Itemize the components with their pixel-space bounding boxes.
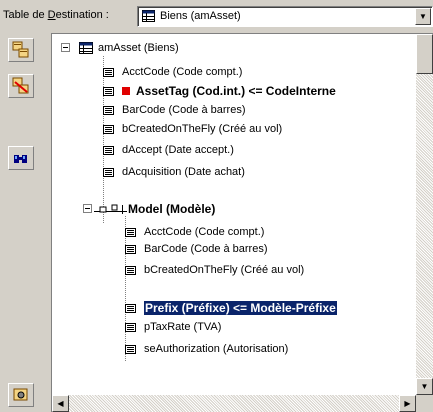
tree-item-selected[interactable]: Prefix (Préfixe) <= Modèle-Préfixe (125, 299, 338, 317)
tree-item[interactable]: bCreatedOnTheFly (Créé au vol) (125, 261, 304, 279)
collapse-root-toggle[interactable] (61, 43, 70, 52)
settings-button[interactable] (8, 383, 34, 407)
table-icon (79, 42, 93, 54)
tree-item[interactable]: pTaxRate (TVA) (125, 318, 221, 336)
destination-table-combo[interactable]: Biens (amAsset) ▼ (137, 6, 433, 27)
tree-node-model[interactable]: Model (Modèle) (94, 200, 215, 218)
field-tree[interactable]: amAsset (Biens) AcctCode (Code compt.) A… (51, 33, 433, 412)
field-icon (103, 86, 114, 96)
field-icon (125, 322, 136, 332)
tree-item[interactable]: seAuthorization (Autorisation) (125, 340, 288, 358)
remove-link-button[interactable] (8, 74, 34, 98)
link-icon (94, 204, 127, 214)
find-icon (14, 155, 27, 163)
tree-item[interactable]: dAccept (Date accept.) (103, 141, 234, 159)
field-icon (125, 344, 136, 354)
field-icon (103, 105, 114, 115)
field-icon (103, 124, 114, 134)
field-icon (125, 303, 136, 313)
settings-icon (13, 388, 28, 401)
tree-item[interactable]: AcctCode (Code compt.) (103, 63, 242, 81)
chevron-down-icon[interactable]: ▼ (415, 8, 431, 25)
vertical-scrollbar[interactable]: ▼ (416, 34, 433, 395)
field-icon (103, 167, 114, 177)
tree-item-mapped[interactable]: AssetTag (Cod.int.) <= CodeInterne (103, 82, 336, 100)
add-link-button[interactable] (8, 38, 34, 62)
tree-item[interactable]: BarCode (Code à barres) (125, 240, 268, 258)
field-icon (125, 244, 136, 254)
scroll-right-icon[interactable]: ▶ (399, 395, 416, 412)
add-link-icon (12, 41, 29, 58)
find-button[interactable] (8, 146, 34, 170)
table-icon (142, 10, 155, 22)
field-icon (103, 67, 114, 77)
destination-table-label: Table de Destination : (3, 9, 109, 21)
field-icon (103, 145, 114, 155)
scroll-left-icon[interactable]: ◀ (52, 395, 69, 412)
collapse-model-toggle[interactable] (83, 204, 92, 213)
field-icon (125, 265, 136, 275)
tree-item[interactable]: AcctCode (Code compt.) (125, 223, 264, 241)
tree-item[interactable]: dAcquisition (Date achat) (103, 163, 245, 181)
scrollbar-corner (416, 395, 433, 412)
remove-link-icon (12, 77, 29, 94)
field-icon (125, 227, 136, 237)
mapped-marker-icon (122, 87, 130, 95)
combo-value: Biens (amAsset) (160, 10, 241, 22)
tree-root[interactable]: amAsset (Biens) (79, 39, 179, 57)
scroll-down-icon[interactable]: ▼ (416, 378, 433, 395)
horizontal-scrollbar[interactable]: ◀ ▶ (52, 395, 416, 412)
tree-item[interactable]: BarCode (Code à barres) (103, 101, 246, 119)
scroll-thumb[interactable] (416, 34, 433, 74)
tree-item[interactable]: bCreatedOnTheFly (Créé au vol) (103, 120, 282, 138)
